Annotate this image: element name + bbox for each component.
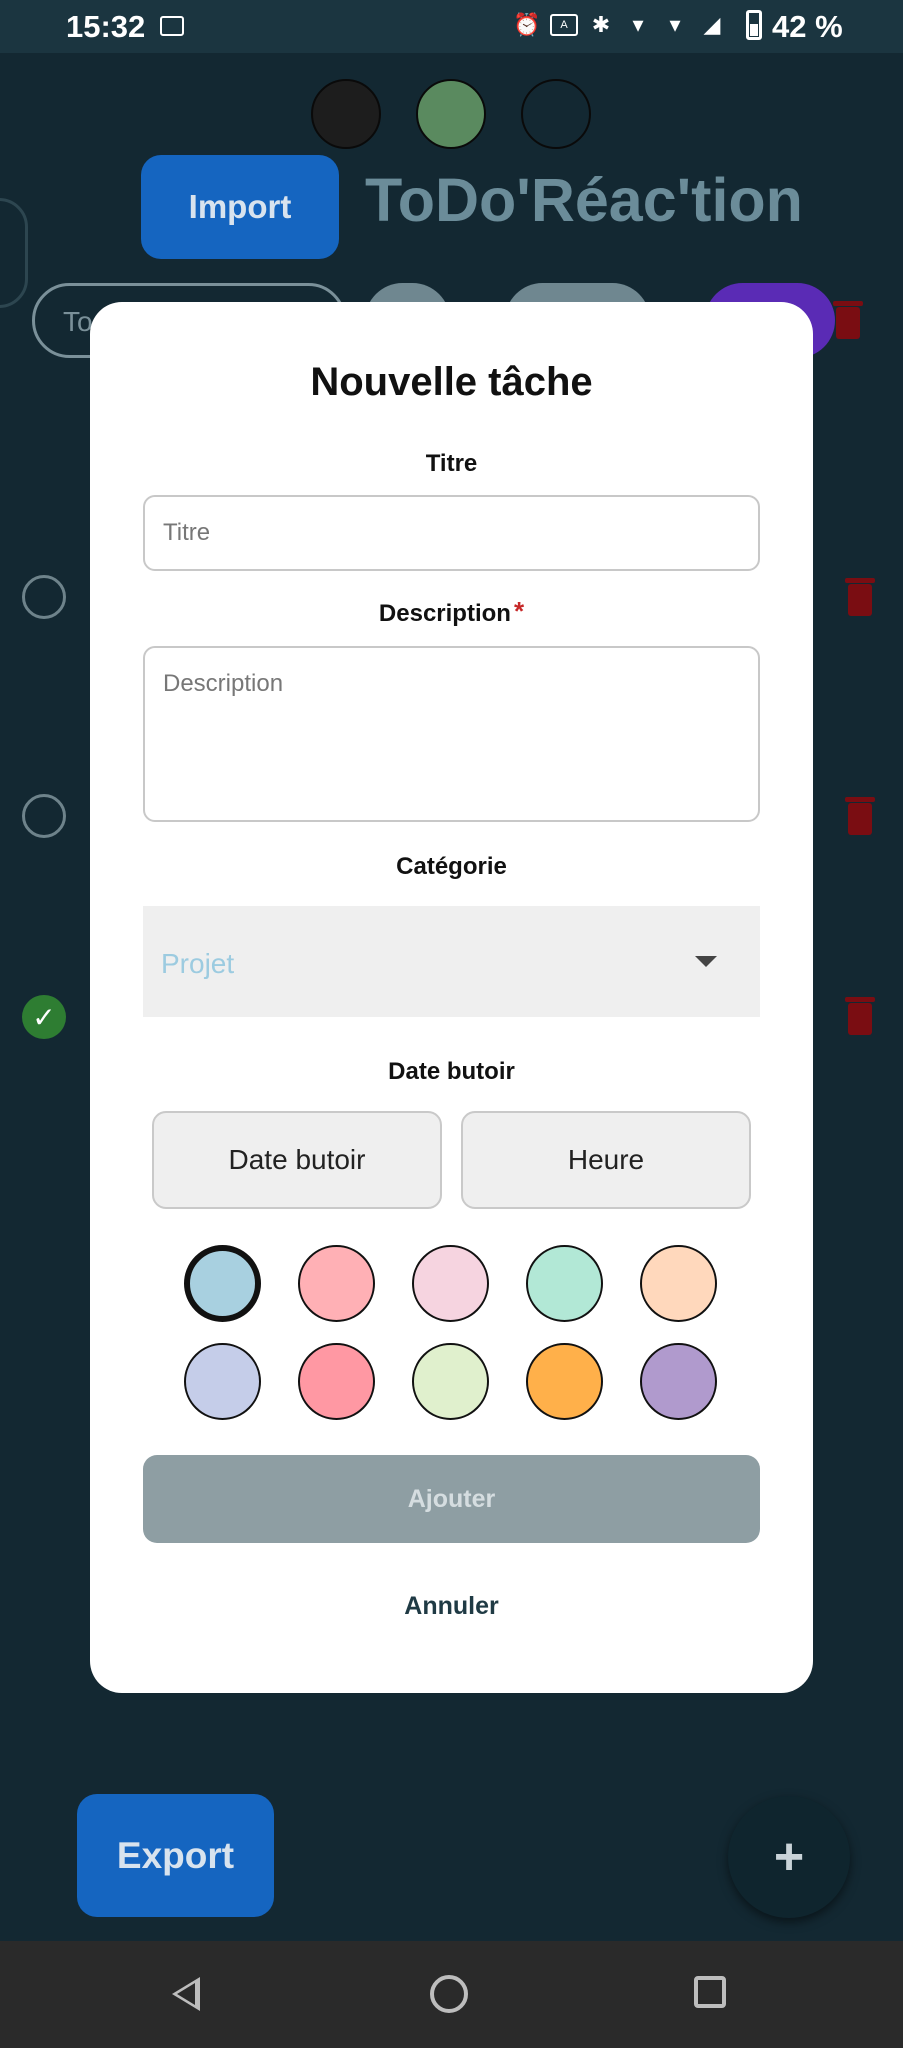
time-picker-button[interactable]: Heure (461, 1111, 751, 1209)
color-swatch[interactable] (526, 1343, 603, 1420)
battery-icon (746, 10, 762, 40)
color-swatch[interactable] (526, 1245, 603, 1322)
cell-signal-icon: ◢ (703, 12, 721, 37)
chevron-down-icon (695, 956, 717, 967)
required-marker: * (513, 596, 525, 626)
image-notification-icon (160, 16, 184, 36)
description-label-row: Description * (90, 596, 813, 631)
color-swatch[interactable] (184, 1245, 261, 1322)
import-button[interactable]: Import (141, 155, 339, 259)
description-input[interactable] (143, 646, 760, 822)
trash-icon[interactable] (845, 578, 875, 616)
add-task-fab[interactable]: + (728, 1796, 850, 1918)
status-time: 15:32 (66, 9, 146, 44)
color-swatch[interactable] (640, 1245, 717, 1322)
color-swatch[interactable] (184, 1343, 261, 1420)
color-swatch[interactable] (412, 1245, 489, 1322)
cancel-button[interactable]: Annuler (90, 1592, 813, 1621)
app-title: ToDo'Réac'tion (365, 166, 803, 234)
trash-icon[interactable] (833, 301, 863, 339)
deadline-label: Date butoir (388, 1058, 515, 1085)
status-bar: 15:32 ⏰ A ✱ ▾ ▾ ◢ 42 % (0, 0, 903, 53)
back-icon[interactable] (172, 1977, 200, 2011)
color-swatch[interactable] (298, 1245, 375, 1322)
alarm-icon: ⏰ (513, 12, 541, 37)
trash-icon[interactable] (845, 997, 875, 1035)
modal-title: Nouvelle tâche (310, 360, 593, 404)
category-label: Catégorie (396, 853, 507, 880)
side-drawer-handle[interactable] (0, 198, 28, 308)
description-label: Description (378, 600, 511, 627)
wifi-6-icon: ▾ (669, 12, 681, 37)
task-checkbox[interactable] (22, 575, 66, 619)
system-nav-bar (0, 1941, 903, 2048)
trash-icon[interactable] (845, 797, 875, 835)
task-checkbox[interactable] (22, 794, 66, 838)
wifi-6-icon: ▾ (632, 12, 644, 37)
theme-dot-green[interactable] (416, 79, 486, 149)
theme-dot-dark[interactable] (521, 79, 591, 149)
task-checkbox-checked[interactable]: ✓ (22, 995, 66, 1039)
title-label: Titre (425, 450, 478, 477)
add-button[interactable]: Ajouter (143, 1455, 760, 1543)
recent-apps-icon[interactable] (694, 1976, 726, 2008)
status-icons: ⏰ A ✱ ▾ ▾ ◢ (513, 11, 726, 39)
home-icon[interactable] (430, 1975, 468, 2013)
color-swatch[interactable] (412, 1343, 489, 1420)
battery-percent: 42 % (772, 9, 843, 44)
title-input[interactable] (143, 495, 760, 571)
date-picker-button[interactable]: Date butoir (152, 1111, 442, 1209)
category-value: Projet (161, 948, 235, 979)
theme-dot-black[interactable] (311, 79, 381, 149)
export-button[interactable]: Export (77, 1794, 274, 1917)
color-swatch[interactable] (640, 1343, 717, 1420)
category-select[interactable]: Projet (143, 906, 760, 1017)
bluetooth-icon: ✱ (591, 12, 611, 37)
auto-brightness-icon: A (550, 14, 578, 36)
new-task-modal: Nouvelle tâche Titre Description* Catégo… (90, 302, 813, 1693)
color-swatch[interactable] (298, 1343, 375, 1420)
